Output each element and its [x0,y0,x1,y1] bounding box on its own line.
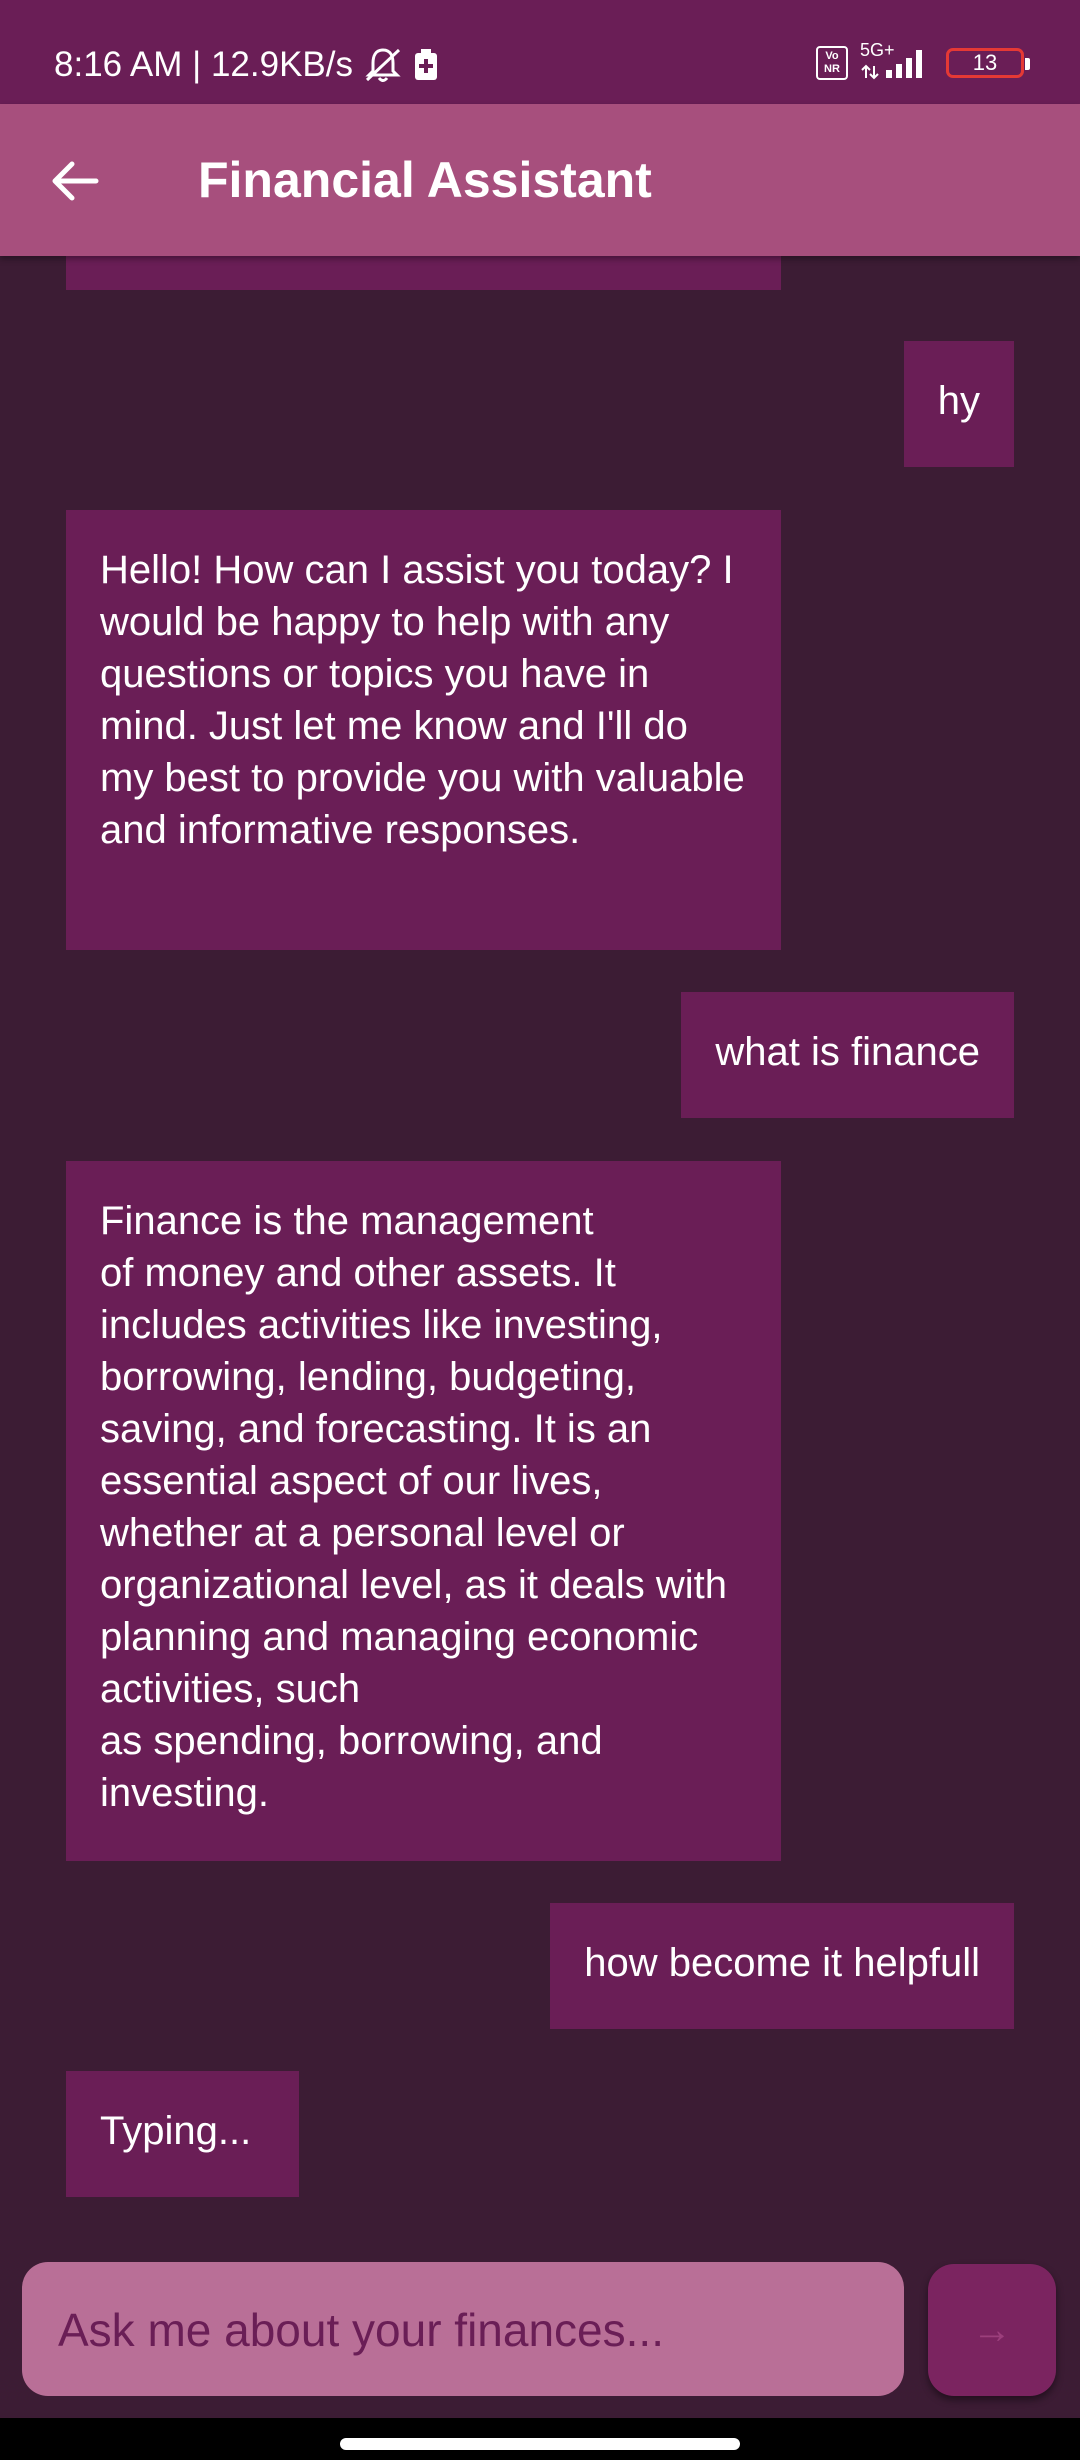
user-message: what is finance [681,992,1014,1118]
app-bar: Financial Assistant [0,104,1080,256]
back-button[interactable] [40,146,110,216]
battery-saver-icon [413,48,439,82]
message-input-container [22,2262,904,2398]
bot-message: Finance is the management of money and o… [66,1161,781,1861]
battery-icon: 13 [946,48,1030,78]
bot-message: Hello! How can I assist you today? I wou… [66,510,781,950]
status-left: 8:16 AM | 12.9KB/s [54,44,439,86]
navigation-bar [0,2418,1080,2460]
volte-icon: Vo NR [816,46,848,80]
typing-indicator: Typing... [66,2071,299,2197]
user-message: hy [903,341,1014,467]
status-right: Vo NR 5G+ 13 [816,40,1030,80]
arrow-left-icon [52,161,99,201]
page-title: Financial Assistant [198,152,652,208]
send-button[interactable]: → [928,2264,1056,2396]
battery-level: 13 [972,50,998,75]
message-input[interactable] [56,2262,880,2398]
signal-icon: 5G+ [860,40,934,80]
status-time-speed: 8:16 AM | 12.9KB/s [54,45,353,84]
home-indicator[interactable] [340,2438,740,2450]
chat-message-list[interactable]: hy Hello! How can I assist you today? I … [0,256,1080,2240]
arrow-right-icon: → [972,2307,1012,2352]
muted-bell-icon [363,46,403,84]
status-bar: 8:16 AM | 12.9KB/s Vo NR 5G+ 13 [0,0,1080,104]
user-message: how become it helpfull [550,1903,1014,2029]
bot-message [66,256,781,290]
